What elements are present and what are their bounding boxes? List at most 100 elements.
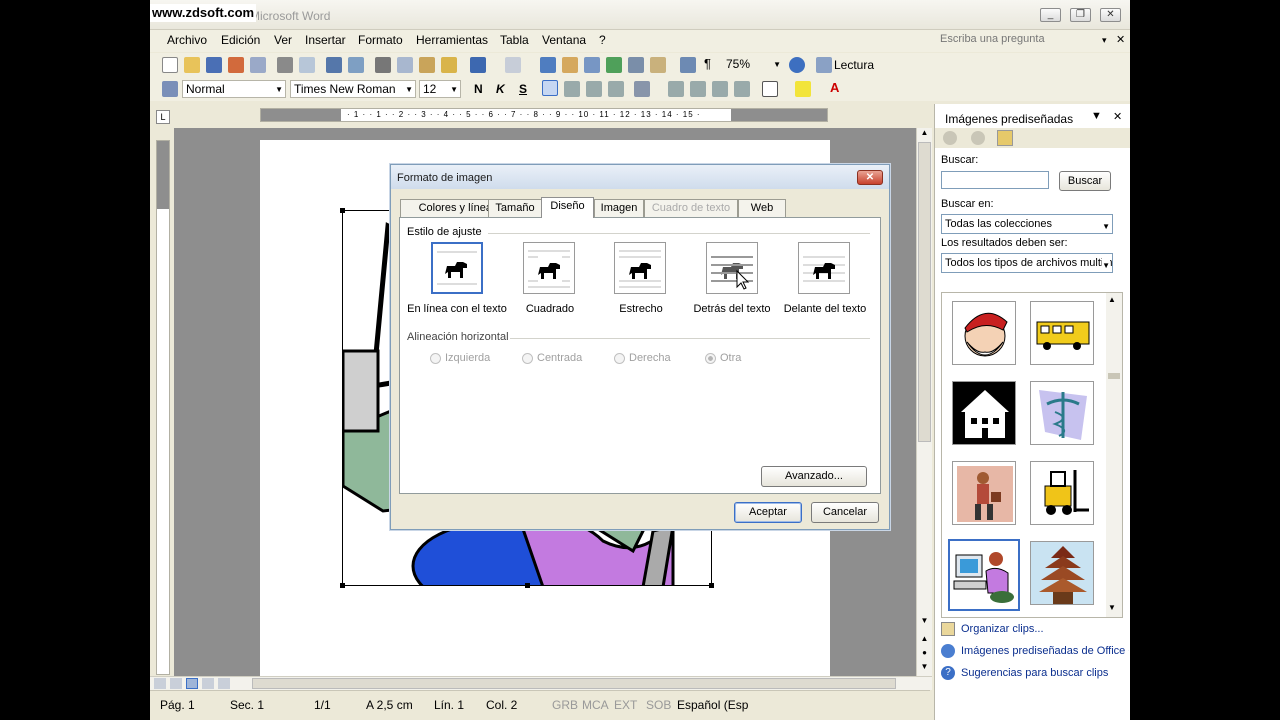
- outline-view-icon[interactable]: [202, 678, 214, 689]
- dialog-close-button[interactable]: ✕: [857, 170, 883, 185]
- save-icon[interactable]: [206, 57, 222, 73]
- vertical-scrollbar[interactable]: ▲ ▼ ▲ ● ▼: [916, 128, 932, 676]
- border-icon[interactable]: [762, 81, 778, 97]
- scroll-up-icon[interactable]: ▲: [918, 128, 931, 142]
- menu-archivo[interactable]: Archivo: [167, 33, 207, 47]
- clip-scroll-down-icon[interactable]: ▼: [1108, 603, 1116, 612]
- copy-icon[interactable]: [397, 57, 413, 73]
- document-map-icon[interactable]: [680, 57, 696, 73]
- menu-help[interactable]: ?: [599, 33, 606, 47]
- resize-handle[interactable]: [709, 583, 714, 588]
- styles-icon[interactable]: [162, 81, 178, 97]
- clip-forklift[interactable]: [1030, 461, 1094, 525]
- style-combo[interactable]: Normal ▼: [182, 80, 286, 98]
- close-doc-icon[interactable]: ✕: [1116, 33, 1125, 46]
- menu-edicion[interactable]: Edición: [221, 33, 260, 47]
- italic-button[interactable]: K: [496, 82, 505, 96]
- clip-person-computer[interactable]: [948, 539, 1020, 611]
- menu-herramientas[interactable]: Herramientas: [416, 33, 488, 47]
- wrap-front-option[interactable]: [798, 242, 850, 294]
- redo-icon[interactable]: [505, 57, 521, 73]
- results-select[interactable]: Todos los tipos de archivos multim ▼: [941, 253, 1113, 273]
- browse-object-icon[interactable]: ●: [918, 648, 931, 662]
- font-combo[interactable]: Times New Roman ▼: [290, 80, 416, 98]
- wrap-tight-option[interactable]: [614, 242, 666, 294]
- zoom-combo[interactable]: 75% ▼: [722, 55, 784, 73]
- undo-icon[interactable]: [470, 57, 486, 73]
- tab-layout[interactable]: Diseño: [541, 197, 594, 218]
- clip-results-scrollbar[interactable]: ▲ ▼: [1106, 293, 1122, 617]
- numbering-icon[interactable]: [668, 81, 684, 97]
- next-page-icon[interactable]: ▼: [918, 662, 931, 676]
- horizontal-scrollbar[interactable]: [150, 676, 932, 690]
- show-hide-icon[interactable]: ¶: [704, 56, 711, 71]
- clip-scroll-up-icon[interactable]: ▲: [1108, 295, 1116, 304]
- align-left-icon[interactable]: [542, 80, 558, 96]
- clip-woman-with-bag[interactable]: [952, 461, 1016, 525]
- tab-selector[interactable]: L: [156, 110, 170, 124]
- close-window-button[interactable]: ✕: [1100, 8, 1121, 22]
- line-spacing-icon[interactable]: [634, 81, 650, 97]
- status-ext[interactable]: EXT: [614, 698, 637, 712]
- clip-scroll-thumb[interactable]: [1108, 373, 1120, 379]
- office-online-link[interactable]: Imágenes prediseñadas de Office O: [961, 645, 1129, 657]
- hscroll-thumb[interactable]: [252, 678, 896, 689]
- reading-button[interactable]: Lectura: [834, 58, 874, 72]
- ok-button[interactable]: Aceptar: [734, 502, 802, 523]
- spelling-icon[interactable]: [326, 57, 342, 73]
- new-doc-icon[interactable]: [162, 57, 178, 73]
- bullets-icon[interactable]: [690, 81, 706, 97]
- clip-building[interactable]: [952, 381, 1016, 445]
- research-icon[interactable]: [348, 57, 364, 73]
- horizontal-ruler[interactable]: · 1 · · 1 · · 2 · · 3 · · 4 · · 5 · · 6 …: [260, 108, 828, 122]
- status-mca[interactable]: MCA: [582, 698, 609, 712]
- resize-handle[interactable]: [340, 208, 345, 213]
- prev-page-icon[interactable]: ▲: [918, 634, 931, 648]
- bold-button[interactable]: N: [474, 82, 483, 96]
- normal-view-icon[interactable]: [154, 678, 166, 689]
- format-painter-icon[interactable]: [441, 57, 457, 73]
- menu-formato[interactable]: Formato: [358, 33, 403, 47]
- ask-dropdown-icon[interactable]: ▾: [1102, 35, 1107, 46]
- clip-school-bus[interactable]: [1030, 301, 1094, 365]
- font-color-icon[interactable]: A: [830, 80, 839, 95]
- print-view-icon[interactable]: [186, 678, 198, 689]
- scroll-thumb[interactable]: [918, 142, 931, 442]
- print-preview-icon[interactable]: [299, 57, 315, 73]
- underline-button[interactable]: S: [519, 82, 527, 96]
- size-combo[interactable]: 12 ▼: [419, 80, 461, 98]
- back-icon[interactable]: [943, 131, 957, 145]
- wrap-behind-option[interactable]: [706, 242, 758, 294]
- vertical-ruler[interactable]: [156, 140, 170, 675]
- cancel-button[interactable]: Cancelar: [811, 502, 879, 523]
- menu-ver[interactable]: Ver: [274, 33, 292, 47]
- paste-icon[interactable]: [419, 57, 435, 73]
- align-center-icon[interactable]: [564, 81, 580, 97]
- align-right-icon[interactable]: [586, 81, 602, 97]
- wrap-inline-option[interactable]: [431, 242, 483, 294]
- drawing-icon[interactable]: [650, 57, 666, 73]
- open-icon[interactable]: [184, 57, 200, 73]
- wrap-square-option[interactable]: [523, 242, 575, 294]
- insert-table-icon[interactable]: [584, 57, 600, 73]
- tab-web[interactable]: Web: [738, 199, 786, 217]
- home-icon[interactable]: [997, 130, 1013, 146]
- clip-santa[interactable]: [952, 301, 1016, 365]
- organize-clips-link[interactable]: Organizar clips...: [961, 623, 1044, 635]
- print-icon[interactable]: [277, 57, 293, 73]
- permission-icon[interactable]: [228, 57, 244, 73]
- email-icon[interactable]: [250, 57, 266, 73]
- search-input[interactable]: [941, 171, 1049, 189]
- cut-icon[interactable]: [375, 57, 391, 73]
- scroll-down-icon[interactable]: ▼: [918, 616, 931, 630]
- columns-icon[interactable]: [628, 57, 644, 73]
- menu-tabla[interactable]: Tabla: [500, 33, 529, 47]
- clip-pagoda[interactable]: [1030, 541, 1094, 605]
- status-grb[interactable]: GRB: [552, 698, 578, 712]
- restore-button[interactable]: ❐: [1070, 8, 1091, 22]
- tables-borders-icon[interactable]: [562, 57, 578, 73]
- advanced-button[interactable]: Avanzado...: [761, 466, 867, 487]
- tab-size[interactable]: Tamaño: [488, 199, 542, 217]
- decrease-indent-icon[interactable]: [712, 81, 728, 97]
- insert-excel-icon[interactable]: [606, 57, 622, 73]
